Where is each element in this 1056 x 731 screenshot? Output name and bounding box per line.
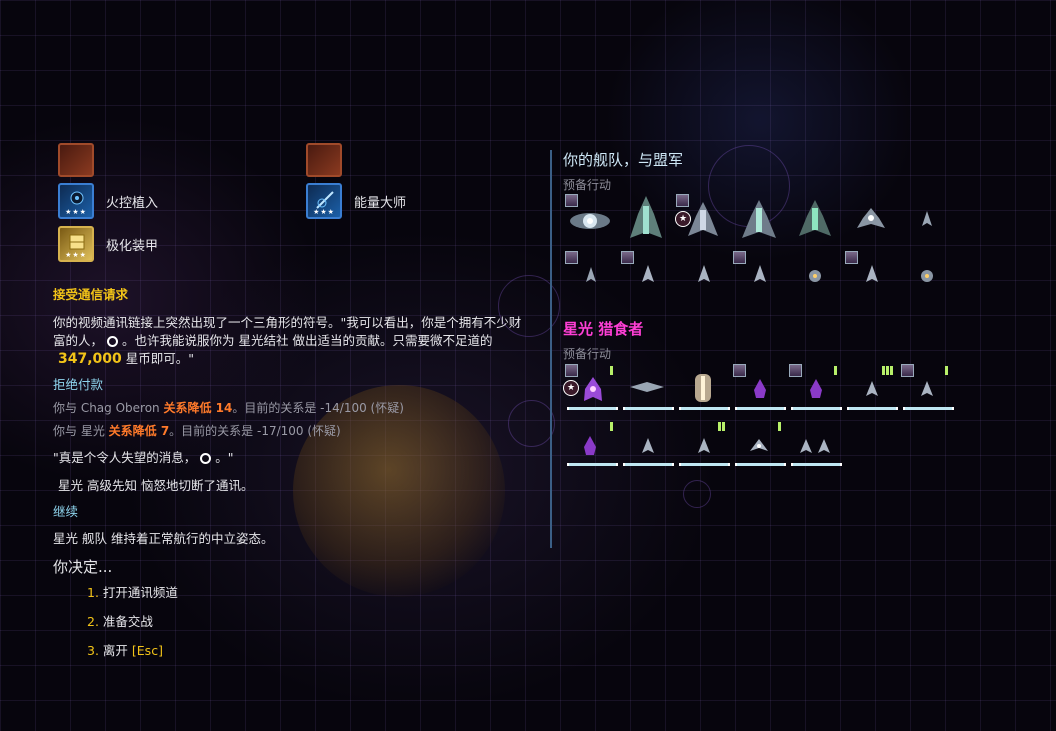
hull-bar <box>735 463 786 466</box>
status-pip <box>722 422 725 431</box>
captain-portrait <box>901 364 914 377</box>
option-prepare-battle[interactable]: 2. 准备交战 <box>87 612 153 631</box>
enemy-title: 星光 猎食者 <box>563 320 644 338</box>
message-line-3: 347,000 星币即可。" <box>58 351 194 367</box>
hull-bar <box>567 463 618 466</box>
status-pip <box>882 366 885 375</box>
refuse-label: 拒绝付款 <box>53 377 104 392</box>
hull-bar <box>567 407 618 410</box>
fleet-ship[interactable] <box>751 264 769 286</box>
fleet-ship[interactable] <box>686 200 720 242</box>
status-pip <box>778 422 781 431</box>
status-pip <box>610 366 613 375</box>
fleet-ship[interactable] <box>566 202 614 240</box>
enemy-ship[interactable] <box>628 380 666 394</box>
enemy-subtitle: 预备行动 <box>563 347 612 361</box>
skill-fire-control[interactable]: ★★★ 火控植入 <box>58 183 158 219</box>
skill-name: 火控植入 <box>106 195 159 211</box>
energy-master-icon: ★★★ <box>306 183 342 219</box>
option-leave[interactable]: 3. 离开 [Esc] <box>87 641 163 660</box>
orbit-ring <box>683 480 711 508</box>
fleet-ship[interactable] <box>918 266 936 286</box>
enemy-ship[interactable] <box>863 380 881 400</box>
panel-divider <box>550 150 552 548</box>
enemy-ship[interactable] <box>582 435 598 457</box>
decide-prompt: 你决定... <box>53 558 113 576</box>
hull-bar <box>847 407 898 410</box>
captain-portrait <box>845 251 858 264</box>
skill-partial <box>58 143 94 177</box>
status-pip <box>718 422 721 431</box>
fleet-title: 你的舰队，与盟军 <box>563 151 684 169</box>
skill-energy-master[interactable]: ★★★ 能量大师 <box>306 183 406 219</box>
captain-portrait <box>733 251 746 264</box>
captain-portrait <box>565 364 578 377</box>
cutoff-line: 星光 高级先知 恼怒地切断了通讯。 <box>58 478 254 493</box>
option-open-comm[interactable]: 1. 打开通讯频道 <box>87 583 178 602</box>
relation-line-2: 你与 星光 关系降低 7。目前的关系是 -17/100 (怀疑) <box>53 424 341 438</box>
skill-icon-partial <box>306 143 342 177</box>
enemy-ship[interactable] <box>639 437 657 457</box>
hull-bar <box>791 407 842 410</box>
fleet-ship[interactable] <box>740 198 778 244</box>
hull-bar <box>903 407 954 410</box>
targeting-implant-icon: ★★★ <box>58 183 94 219</box>
comm-heading: 接受通信请求 <box>53 287 129 302</box>
status-pip <box>945 366 948 375</box>
enemy-ship[interactable] <box>798 437 832 457</box>
status-pip <box>610 422 613 431</box>
enemy-ship[interactable] <box>808 378 824 400</box>
hull-bar <box>623 463 674 466</box>
hull-bar <box>623 407 674 410</box>
player-symbol-icon <box>200 453 212 464</box>
player-symbol-icon <box>107 336 119 347</box>
status-pip <box>890 366 893 375</box>
skill-icon-partial <box>58 143 94 177</box>
status-pip <box>886 366 889 375</box>
fleet-ship[interactable] <box>855 204 887 236</box>
fleet-ship[interactable] <box>806 266 824 286</box>
esc-key-hint: [Esc] <box>131 643 163 658</box>
enemy-ship[interactable] <box>582 375 604 405</box>
skill-name: 极化装甲 <box>106 238 159 254</box>
captain-portrait <box>565 251 578 264</box>
relation-change: 关系降低 7 <box>108 424 170 438</box>
fleet-ship[interactable] <box>863 264 881 286</box>
continue-label: 继续 <box>53 504 79 519</box>
fleet-ship[interactable] <box>584 266 598 284</box>
skill-polarized-armor[interactable]: ★★★ 极化装甲 <box>58 226 158 262</box>
captain-portrait <box>733 364 746 377</box>
hull-bar <box>679 463 730 466</box>
fleet-ship[interactable] <box>695 264 713 286</box>
credit-amount: 347,000 <box>58 351 122 367</box>
skill-name: 能量大师 <box>354 195 407 211</box>
relation-change: 关系降低 14 <box>163 401 233 415</box>
fleet-subtitle: 预备行动 <box>563 178 612 192</box>
flagship-badge-icon: ★ <box>563 380 579 396</box>
neutral-line: 星光 舰队 维持着正常航行的中立姿态。 <box>53 531 274 546</box>
captain-portrait <box>621 251 634 264</box>
message-line-2: 富的人， 。也许我能说服你为 星光结社 做出适当的贡献。只需要微不足道的 <box>53 333 493 348</box>
message-line-1: 你的视频通讯链接上突然出现了一个三角形的符号。"我可以看出，你是个拥有不少财 <box>53 315 522 330</box>
hull-bar <box>679 407 730 410</box>
enemy-ship[interactable] <box>918 380 936 400</box>
enemy-ship[interactable] <box>695 437 713 457</box>
enemy-ship[interactable] <box>752 378 768 400</box>
enemy-ship[interactable] <box>691 372 715 404</box>
fleet-ship[interactable] <box>639 264 657 286</box>
orbit-ring <box>508 400 555 447</box>
hull-bar <box>791 463 842 466</box>
polarized-armor-icon: ★★★ <box>58 226 94 262</box>
fleet-ship[interactable] <box>628 194 664 246</box>
hull-bar <box>735 407 786 410</box>
captain-portrait <box>789 364 802 377</box>
fleet-ship[interactable] <box>920 210 934 228</box>
skill-partial <box>306 143 342 177</box>
fleet-ship[interactable] <box>797 198 833 242</box>
quote-line: "真是个令人失望的消息， 。" <box>53 450 234 465</box>
relation-line-1: 你与 Chag Oberon 关系降低 14。目前的关系是 -14/100 (怀… <box>53 401 404 415</box>
status-pip <box>834 366 837 375</box>
enemy-ship[interactable] <box>748 437 770 457</box>
